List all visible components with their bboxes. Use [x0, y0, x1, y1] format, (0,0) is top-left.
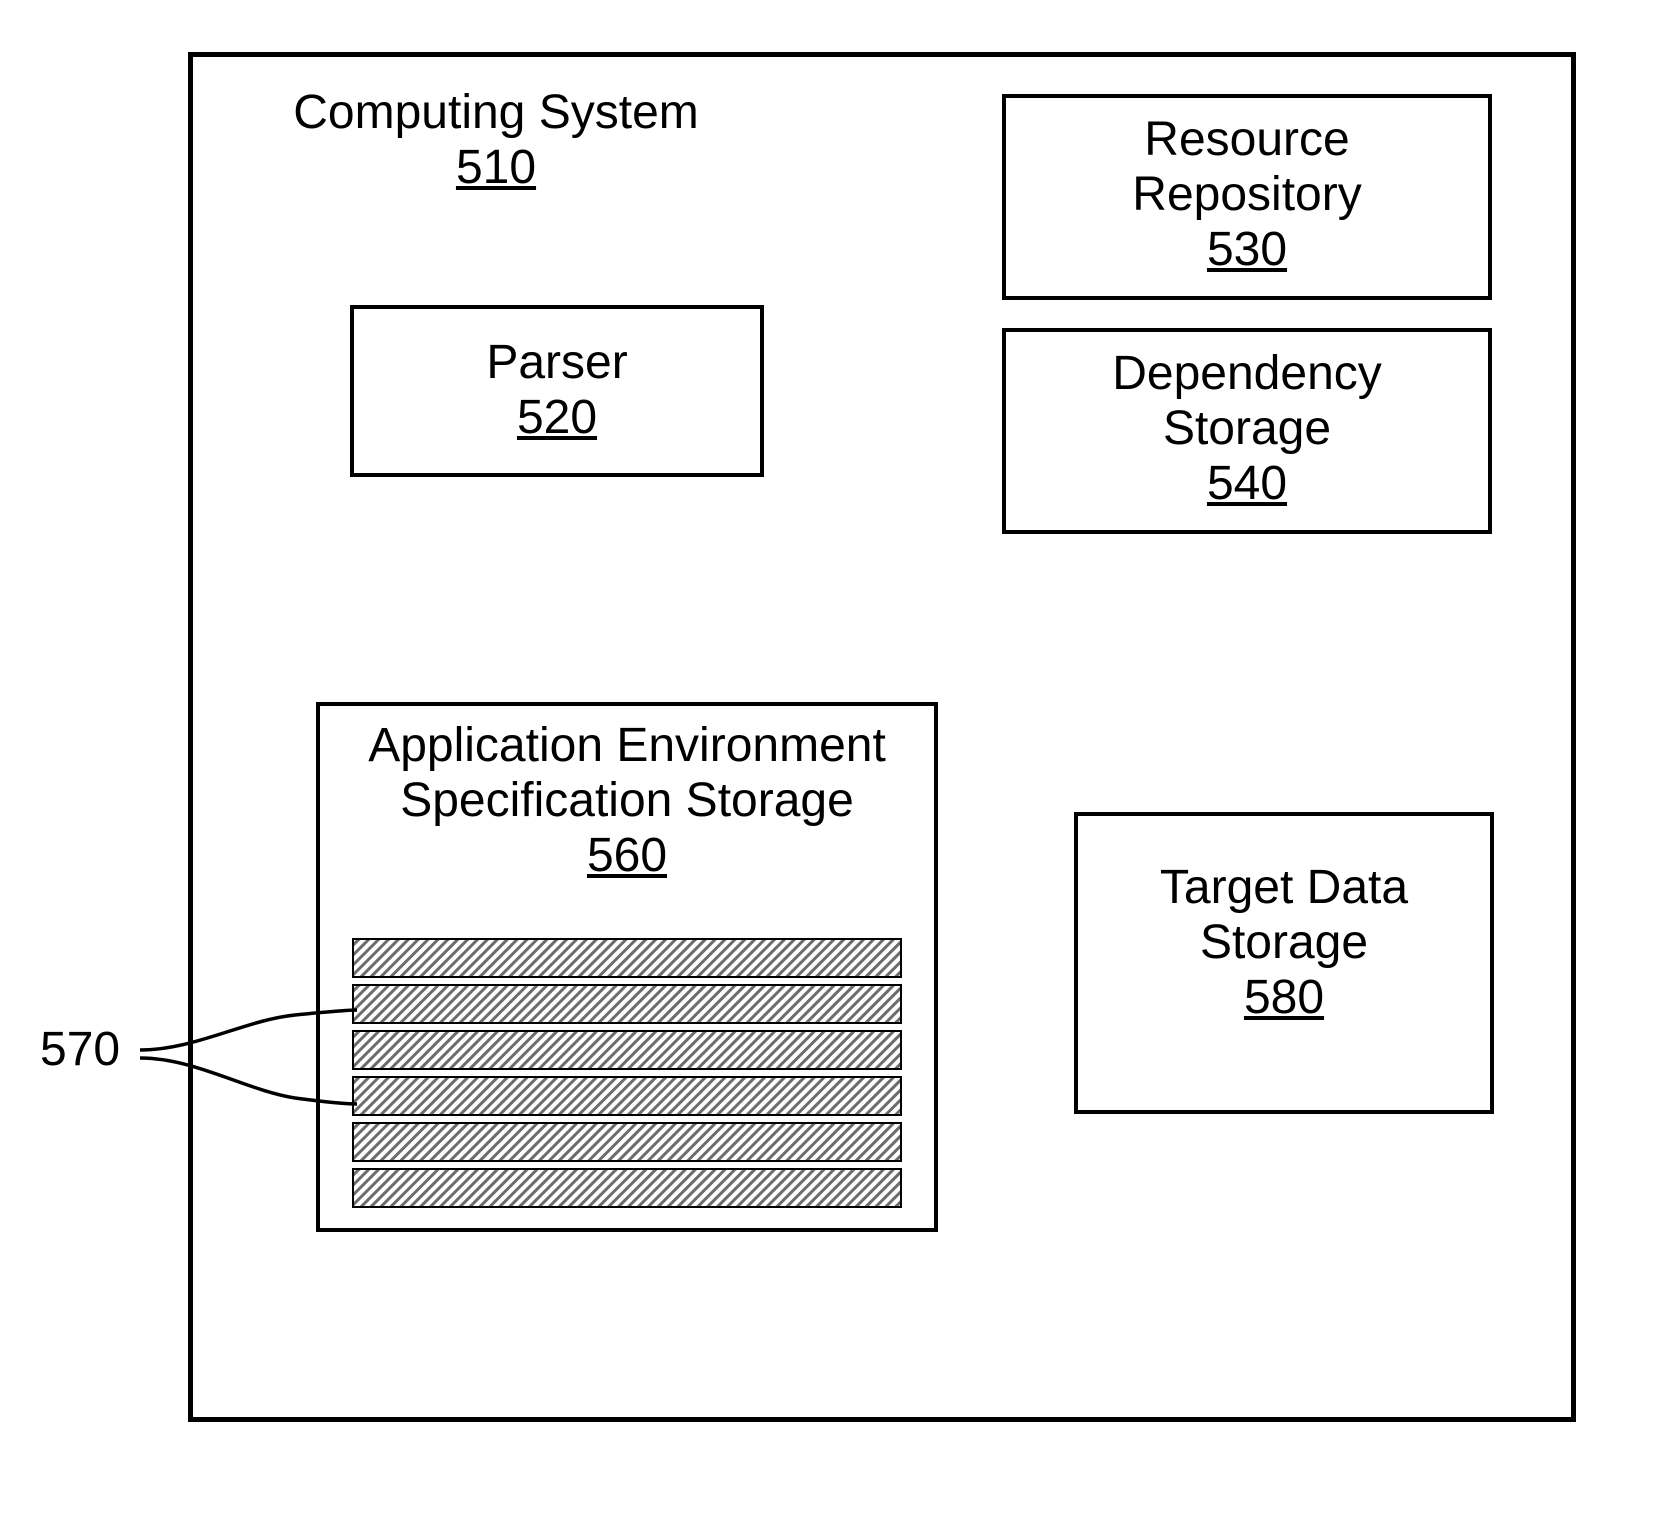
- spec-slot: [352, 1076, 902, 1116]
- spec-slot: [352, 1030, 902, 1070]
- spec-slot: [352, 1168, 902, 1208]
- parser-box: Parser 520: [350, 305, 764, 477]
- callout-lead-line-lower: [135, 1050, 360, 1140]
- callout-570-label: 570: [40, 1022, 120, 1077]
- computing-system-title: Computing System 510: [236, 85, 756, 195]
- dependency-storage-box: Dependency Storage 540: [1002, 328, 1492, 534]
- resource-repository-label-2: Repository: [1006, 167, 1488, 222]
- computing-system-number: 510: [236, 140, 756, 195]
- spec-slot: [352, 1122, 902, 1162]
- dependency-storage-number: 540: [1006, 456, 1488, 511]
- dependency-storage-label-1: Dependency: [1006, 346, 1488, 401]
- app-env-number: 560: [320, 828, 934, 883]
- specification-stack: [352, 938, 902, 1214]
- resource-repository-label-1: Resource: [1006, 112, 1488, 167]
- resource-repository-number: 530: [1006, 222, 1488, 277]
- spec-slot: [352, 938, 902, 978]
- resource-repository-box: Resource Repository 530: [1002, 94, 1492, 300]
- parser-number: 520: [354, 390, 760, 445]
- spec-slot: [352, 984, 902, 1024]
- dependency-storage-label-2: Storage: [1006, 401, 1488, 456]
- target-data-storage-box: Target Data Storage 580: [1074, 812, 1494, 1114]
- target-data-label-1: Target Data: [1078, 860, 1490, 915]
- app-env-label-2: Specification Storage: [320, 773, 934, 828]
- target-data-number: 580: [1078, 970, 1490, 1025]
- computing-system-label: Computing System: [236, 85, 756, 140]
- parser-label: Parser: [354, 335, 760, 390]
- target-data-label-2: Storage: [1078, 915, 1490, 970]
- diagram-canvas: Computing System 510 Parser 520 Resource…: [0, 0, 1656, 1528]
- app-env-label-1: Application Environment: [320, 718, 934, 773]
